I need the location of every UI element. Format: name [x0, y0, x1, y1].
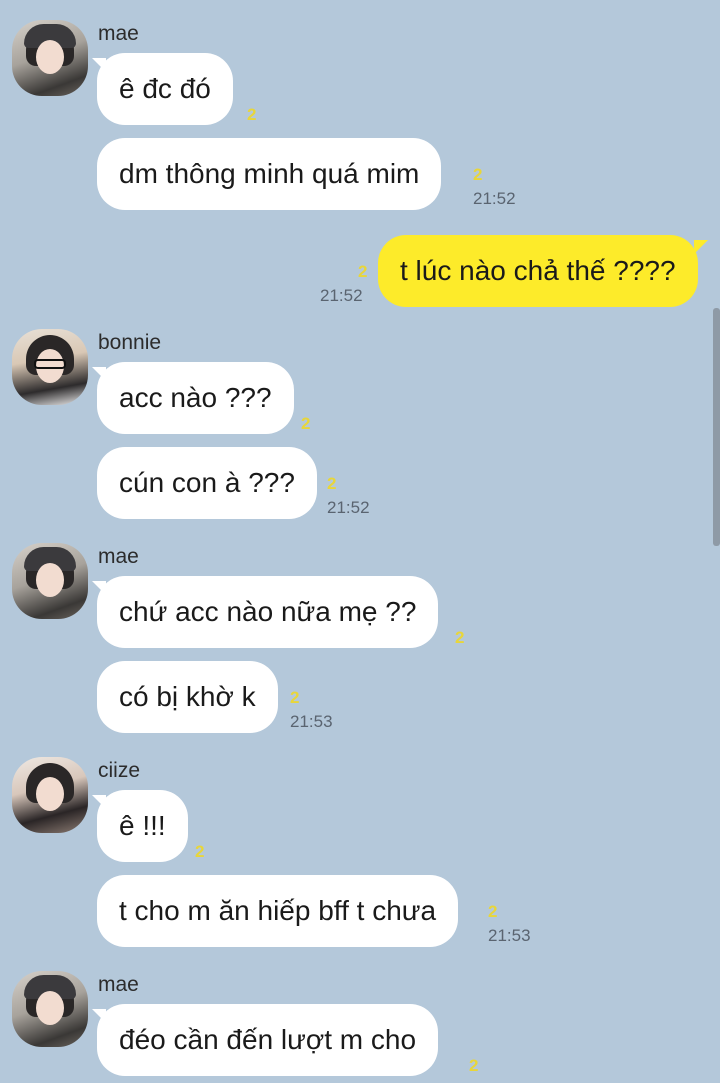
unread-count: 2 — [469, 1056, 479, 1075]
chat-message-list[interactable]: mae ê đc đó 2 dm thông minh quá mim 2 21… — [0, 0, 720, 1083]
sender-name: bonnie — [98, 331, 162, 354]
avatar-mae[interactable] — [12, 543, 88, 619]
message-bubble[interactable]: chứ acc nào nữa mẹ ?? — [97, 576, 439, 648]
message-bubble[interactable]: cún con à ??? — [97, 447, 317, 519]
unread-count: 2 — [455, 628, 465, 647]
sender-name: ciize — [98, 759, 141, 782]
unread-count: 2 — [301, 414, 311, 433]
message-bubble[interactable]: dm thông minh quá mim — [97, 138, 442, 210]
message-bubble-outgoing[interactable]: t lúc nào chả thế ???? — [378, 235, 698, 307]
avatar-face — [36, 563, 64, 597]
unread-count: 2 — [195, 842, 205, 861]
bubble-tail — [694, 240, 708, 254]
message-timestamp: 21:52 — [473, 189, 516, 208]
unread-count: 2 — [358, 262, 368, 281]
message-bubble[interactable]: có bị khờ k — [97, 661, 278, 733]
sender-name: mae — [98, 22, 139, 45]
avatar-face — [36, 777, 64, 811]
scrollbar[interactable] — [713, 308, 720, 546]
unread-count: 2 — [473, 165, 483, 184]
message-timestamp: 21:53 — [488, 926, 531, 945]
message-bubble[interactable]: đéo cần đến lượt m cho — [97, 1004, 439, 1076]
message-bubble[interactable]: ê !!! — [97, 790, 188, 862]
unread-count: 2 — [488, 902, 498, 921]
message-bubble[interactable]: acc nào ??? — [97, 362, 294, 434]
message-timestamp: 21:52 — [327, 498, 370, 517]
avatar-face — [36, 40, 64, 74]
message-timestamp: 21:53 — [290, 712, 333, 731]
unread-count: 2 — [327, 474, 337, 493]
message-bubble[interactable]: t cho m ăn hiếp bff t chưa — [97, 875, 459, 947]
unread-count: 2 — [290, 688, 300, 707]
avatar-face — [36, 991, 64, 1025]
avatar-bonnie[interactable] — [12, 329, 88, 405]
avatar-ciize[interactable] — [12, 757, 88, 833]
unread-count: 2 — [247, 105, 257, 124]
message-timestamp: 21:52 — [320, 286, 363, 305]
message-bubble[interactable]: ê đc đó — [97, 53, 233, 125]
sender-name: mae — [98, 545, 139, 568]
avatar-glasses — [34, 359, 66, 369]
sender-name: mae — [98, 973, 139, 996]
avatar-mae[interactable] — [12, 971, 88, 1047]
avatar-mae[interactable] — [12, 20, 88, 96]
